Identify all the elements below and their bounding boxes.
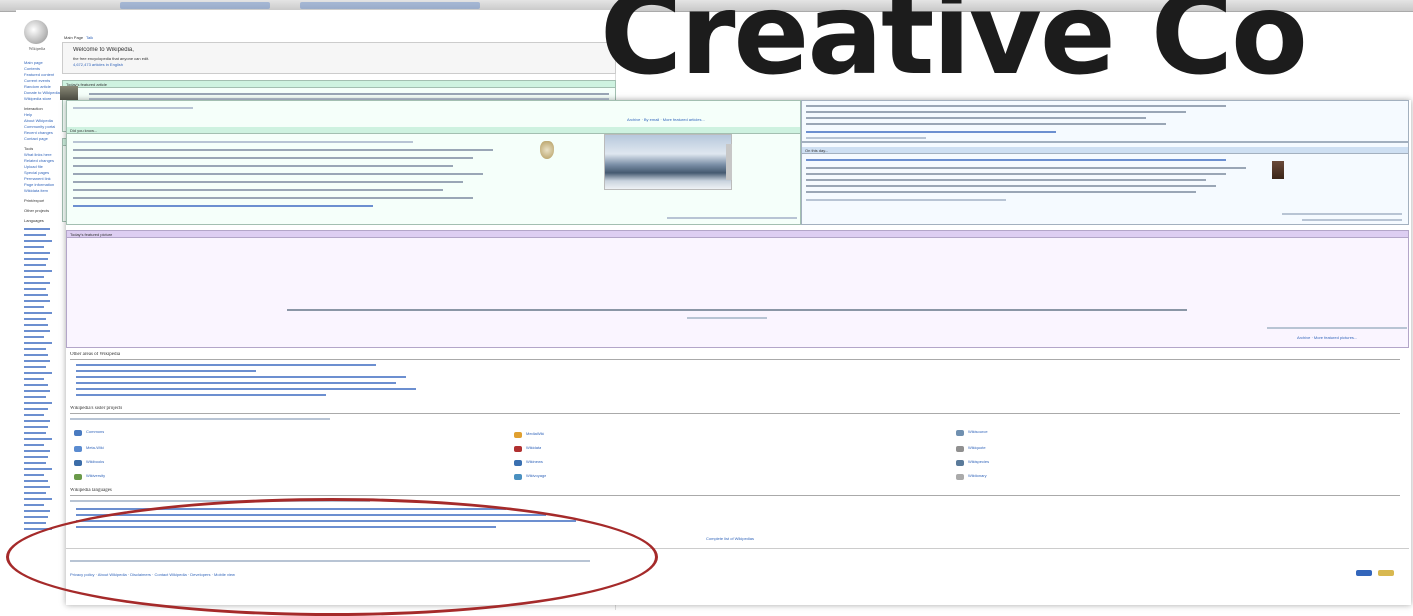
- sidebar-item-current-events[interactable]: Current events: [24, 78, 50, 83]
- sister-wikinews[interactable]: Wikinews: [526, 459, 543, 464]
- sidebar-item-about[interactable]: About Wikipedia: [24, 118, 53, 123]
- featured-picture-scrollbar[interactable]: [726, 144, 732, 180]
- sister-wikisource[interactable]: Wikisource: [968, 429, 988, 434]
- sidebar-item-special[interactable]: Special pages: [24, 170, 49, 175]
- featured-article-thumbnail[interactable]: [60, 86, 78, 100]
- wikibooks-icon[interactable]: [74, 460, 82, 466]
- browser-tab[interactable]: [120, 2, 270, 9]
- featured-picture-box: Today's featured picture Archive · More …: [66, 230, 1409, 348]
- sidebar-item-community[interactable]: Community portal: [24, 124, 55, 129]
- creative-commons-title: Creative Co: [600, 0, 1308, 100]
- featured-picture-heading: Today's featured picture: [70, 232, 113, 237]
- commons-icon[interactable]: [74, 430, 82, 436]
- sister-meta-wiki[interactable]: Meta-Wiki: [86, 445, 104, 450]
- sidebar-item-page-info[interactable]: Page information: [24, 182, 54, 187]
- sidebar-heading-tools: Tools: [24, 146, 34, 151]
- sidebar-item-wikidata[interactable]: Wikidata item: [24, 188, 48, 193]
- featured-picture-image[interactable]: [604, 134, 732, 190]
- dyk-header-front: [67, 127, 800, 134]
- sister-wikiversity[interactable]: Wikiversity: [86, 473, 105, 478]
- sister-wikispecies[interactable]: Wikispecies: [968, 459, 989, 464]
- sister-commons[interactable]: Commons: [86, 429, 104, 434]
- featured-picture-header: [67, 231, 1408, 238]
- dyk-emblem-image[interactable]: [540, 141, 554, 159]
- other-areas-title: Other areas of Wikipedia: [70, 352, 121, 357]
- sidebar-heading-print[interactable]: Print/export: [24, 198, 44, 203]
- sidebar: Main page Contents Featured content Curr…: [16, 22, 60, 582]
- sister-wikibooks[interactable]: Wikibooks: [86, 459, 104, 464]
- sister-wiktionary[interactable]: Wiktionary: [968, 473, 987, 478]
- sidebar-item-what-links[interactable]: What links here: [24, 152, 52, 157]
- wikimedia-badge-icon[interactable]: [1356, 570, 1372, 576]
- screenshot-stage: Main Page Talk Welcome to Wikipedia, the…: [0, 0, 1413, 616]
- sidebar-item-contents[interactable]: Contents: [24, 66, 40, 71]
- dyk-heading-front: Did you know...: [70, 128, 98, 133]
- welcome-subtitle: the free encyclopedia that anyone can ed…: [73, 56, 150, 61]
- welcome-title: Welcome to Wikipedia,: [73, 47, 134, 53]
- sidebar-heading-projects[interactable]: Other projects: [24, 208, 49, 213]
- in-the-news-box: [801, 100, 1409, 142]
- sidebar-item-random[interactable]: Random article: [24, 84, 51, 89]
- sister-wikiquote[interactable]: Wikiquote: [968, 445, 986, 450]
- welcome-banner: Welcome to Wikipedia, the free encyclope…: [62, 42, 616, 74]
- sidebar-item-featured[interactable]: Featured content: [24, 72, 54, 77]
- on-this-day-heading: On this day...: [805, 148, 829, 153]
- sister-projects-title: Wikipedia's sister projects: [70, 406, 123, 411]
- sidebar-item-help[interactable]: Help: [24, 112, 32, 117]
- sidebar-item-upload[interactable]: Upload file: [24, 164, 43, 169]
- sidebar-heading-interaction: Interaction: [24, 106, 43, 111]
- languages-title: Wikipedia languages: [70, 488, 112, 493]
- sidebar-item-main-page[interactable]: Main page: [24, 60, 43, 65]
- wikiquote-icon[interactable]: [956, 446, 964, 452]
- mediawiki-icon[interactable]: [514, 432, 522, 438]
- sidebar-item-donate[interactable]: Donate to Wikipedia: [24, 90, 60, 95]
- sidebar-item-store[interactable]: Wikipedia store: [24, 96, 51, 101]
- tab-talk[interactable]: Talk: [86, 35, 93, 40]
- wiktionary-icon[interactable]: [956, 474, 964, 480]
- tab-main-page[interactable]: Main Page: [64, 35, 83, 40]
- sister-wikidata[interactable]: Wikidata: [526, 445, 541, 450]
- sister-wikivoyage[interactable]: Wikivoyage: [526, 473, 546, 478]
- featured-article-header: [63, 81, 615, 88]
- annotation-ellipse: [6, 498, 658, 616]
- on-this-day-portrait[interactable]: [1272, 161, 1284, 179]
- article-count[interactable]: 4,672,473 articles in English: [73, 62, 123, 67]
- sidebar-heading-languages[interactable]: Languages: [24, 218, 44, 223]
- archive-link[interactable]: Archive · By email · More featured artic…: [627, 117, 705, 122]
- wikiversity-icon[interactable]: [74, 474, 82, 480]
- wikinews-icon[interactable]: [514, 460, 522, 466]
- sidebar-item-related[interactable]: Related changes: [24, 158, 54, 163]
- on-this-day-header: [802, 147, 1408, 154]
- wikidata-icon[interactable]: [514, 446, 522, 452]
- meta-wiki-icon[interactable]: [74, 446, 82, 452]
- on-this-day-box: On this day...: [801, 142, 1409, 225]
- sidebar-item-contact[interactable]: Contact page: [24, 136, 48, 141]
- sidebar-item-permalink[interactable]: Permanent link: [24, 176, 51, 181]
- wikivoyage-icon[interactable]: [514, 474, 522, 480]
- mediawiki-powered-icon[interactable]: [1378, 570, 1394, 576]
- wikispecies-icon[interactable]: [956, 460, 964, 466]
- featured-picture-archive[interactable]: Archive · More featured pictures...: [1297, 335, 1357, 340]
- wikisource-icon[interactable]: [956, 430, 964, 436]
- sidebar-item-recent-changes[interactable]: Recent changes: [24, 130, 53, 135]
- browser-tab[interactable]: [300, 2, 480, 9]
- complete-list-link[interactable]: Complete list of Wikipedias: [706, 536, 754, 541]
- sister-mediawiki[interactable]: MediaWiki: [526, 431, 544, 436]
